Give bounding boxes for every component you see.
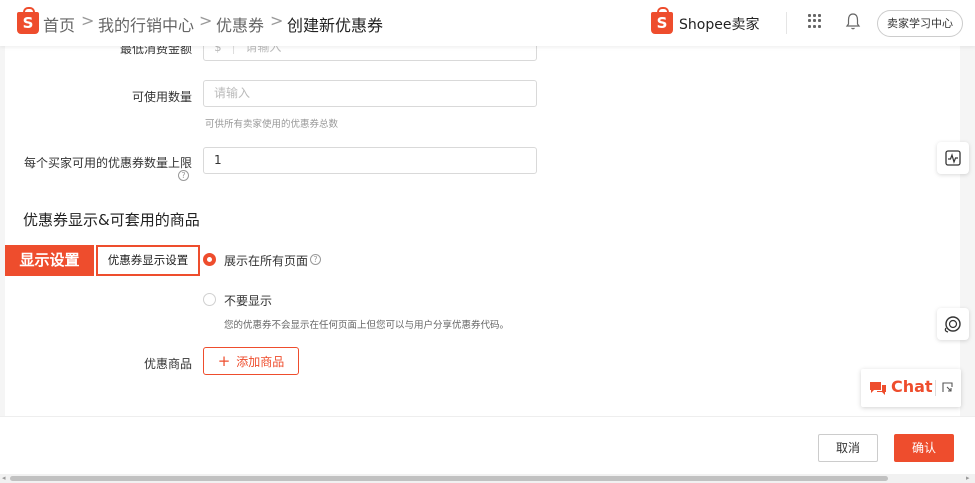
- min-spend-placeholder: 请输入: [245, 46, 282, 54]
- breadcrumb-marketing[interactable]: 我的行销中心: [98, 12, 194, 36]
- breadcrumb-current: 创建新优惠券: [287, 16, 384, 35]
- min-spend-label: 最低消费金额: [119, 46, 192, 56]
- chat-label: Chat: [891, 377, 933, 396]
- apps-grid-icon[interactable]: [808, 14, 822, 28]
- chevron-right-icon: >: [199, 11, 213, 30]
- scroll-right-icon[interactable]: ▸: [966, 474, 970, 483]
- cancel-button[interactable]: 取消: [818, 434, 878, 462]
- chat-divider: [935, 380, 936, 396]
- radio-show-all-label[interactable]: 展示在所有页面: [224, 252, 308, 269]
- header-divider: [786, 12, 787, 34]
- products-label: 优惠商品: [143, 357, 192, 371]
- headset-icon: [944, 316, 961, 333]
- top-header: S 首页 > 我的行销中心 > 优惠券 > 创建新优惠券 S Shopee卖家 …: [0, 0, 975, 46]
- chevron-right-icon: >: [270, 11, 284, 30]
- shopee-logo-icon: S: [651, 7, 673, 34]
- add-products-label: 添加商品: [236, 355, 285, 369]
- scroll-left-icon[interactable]: ◂: [2, 474, 6, 483]
- brand-name: Shopee卖家: [679, 17, 760, 33]
- horizontal-scrollbar[interactable]: ◂ ▸: [0, 474, 975, 483]
- display-setting-label: 优惠券显示设置: [96, 245, 200, 276]
- minimize-icon[interactable]: [942, 382, 953, 393]
- radio-hide-label[interactable]: 不要显示: [224, 292, 272, 309]
- max-per-buyer-label: 每个买家可用的优惠券数量上限: [23, 156, 192, 170]
- radio-hide[interactable]: [203, 293, 216, 306]
- voucher-form-card: 最低消费金额 $ | 请输入 可使用数量 请输入 可供所有卖家使用的优惠券总数 …: [5, 46, 960, 416]
- usage-quantity-label: 可使用数量: [131, 90, 192, 104]
- breadcrumb-home[interactable]: 首页: [43, 12, 75, 36]
- chat-icon: [870, 382, 886, 395]
- plus-icon: +: [217, 352, 231, 370]
- scrollbar-thumb[interactable]: [10, 476, 888, 481]
- add-products-button[interactable]: + 添加商品: [203, 347, 299, 375]
- help-icon[interactable]: ?: [178, 170, 189, 181]
- shopee-logo-icon[interactable]: S: [17, 7, 39, 34]
- breadcrumb-vouchers[interactable]: 优惠券: [216, 12, 264, 36]
- annotation-tag: 显示设置: [5, 245, 94, 276]
- customer-service-button[interactable]: [937, 308, 969, 340]
- help-icon[interactable]: ?: [310, 254, 321, 265]
- app: S 首页 > 我的行销中心 > 优惠券 > 创建新优惠券 S Shopee卖家 …: [0, 0, 975, 483]
- currency-prefix: $: [214, 46, 222, 54]
- usage-quantity-input[interactable]: 请输入: [203, 80, 537, 107]
- learning-center-button[interactable]: 卖家学习中心: [877, 10, 963, 37]
- activity-monitor-icon: [945, 150, 961, 166]
- chat-widget[interactable]: Chat: [861, 369, 961, 407]
- hide-hint: 您的优惠券不会显示在任何页面上但您可以与用户分享优惠券代码。: [224, 320, 510, 331]
- activity-monitor-button[interactable]: [937, 142, 969, 174]
- section-title: 优惠券显示&可套用的商品: [23, 211, 200, 229]
- max-per-buyer-input[interactable]: 1: [203, 147, 537, 174]
- min-spend-input[interactable]: $ | 请输入: [203, 46, 537, 61]
- confirm-button[interactable]: 确认: [894, 434, 954, 462]
- chevron-right-icon: >: [81, 11, 95, 30]
- bell-icon[interactable]: [845, 12, 861, 32]
- usage-quantity-hint: 可供所有卖家使用的优惠券总数: [205, 119, 339, 130]
- radio-show-all[interactable]: [203, 253, 216, 266]
